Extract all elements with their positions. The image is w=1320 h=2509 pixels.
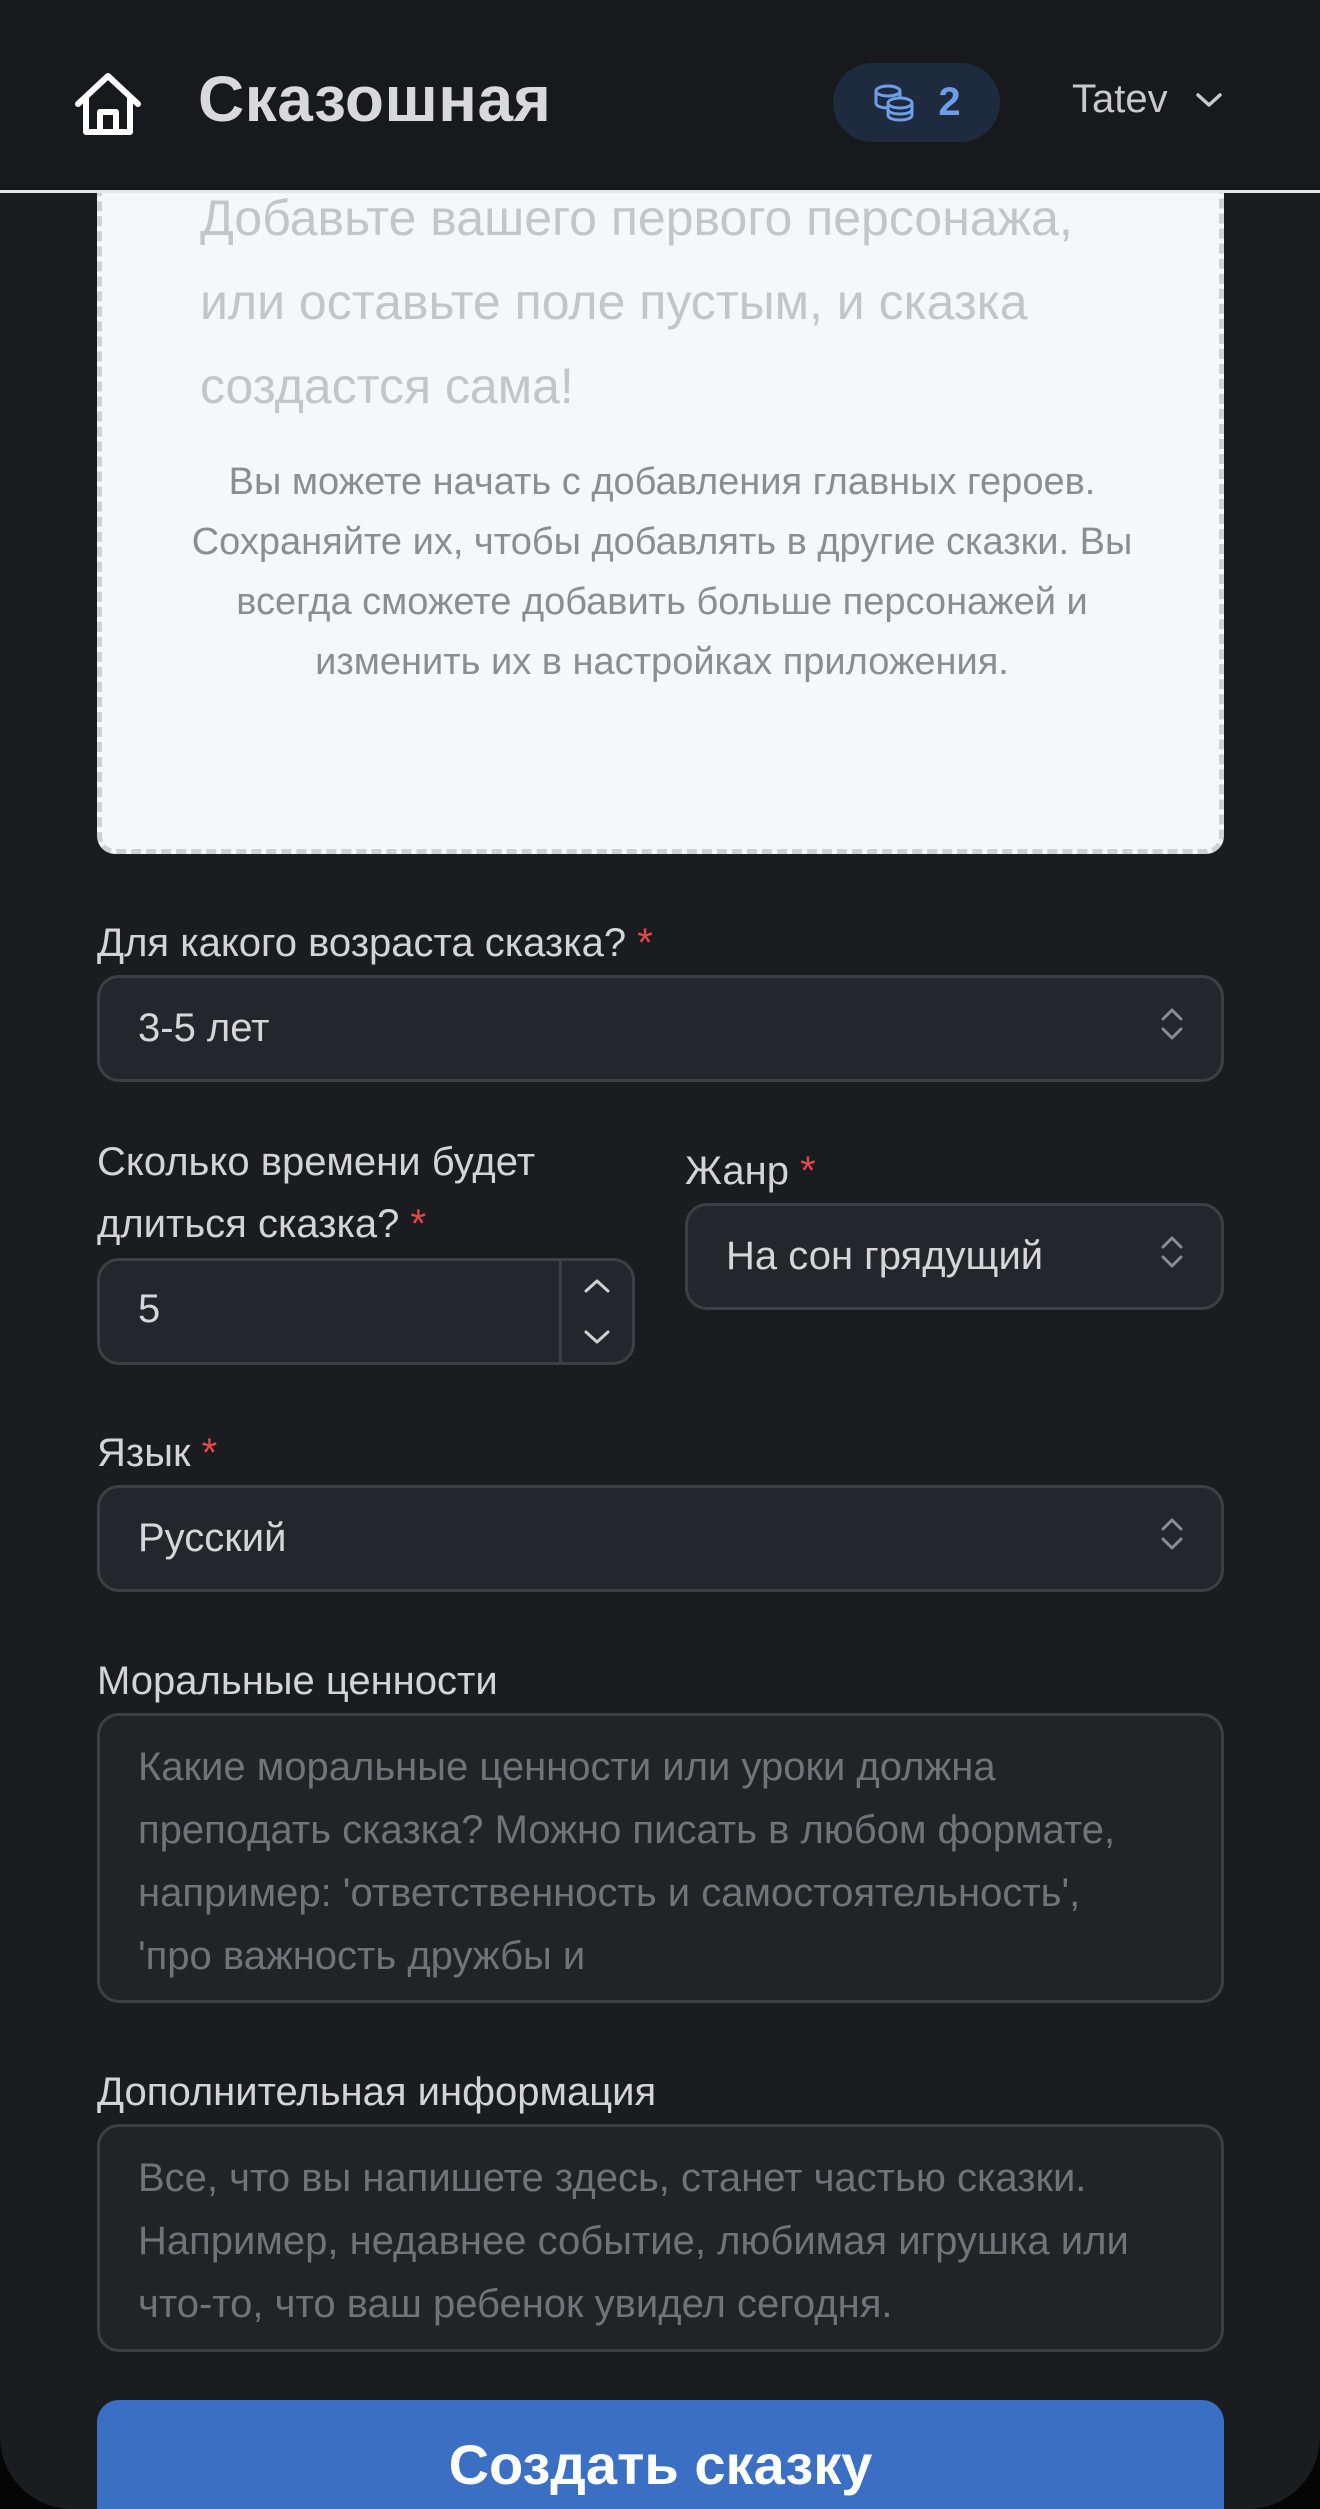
app-header: Сказошная 2 Tatev xyxy=(0,0,1320,193)
credits-count: 2 xyxy=(938,80,961,124)
age-select-value: 3-5 лет xyxy=(138,1006,270,1050)
coins-icon xyxy=(874,84,914,122)
age-label: Для какого возраста сказка? * xyxy=(97,912,653,974)
required-mark: * xyxy=(637,921,653,965)
duration-label: Сколько времени будет длиться сказка? * xyxy=(97,1131,657,1255)
morals-textarea[interactable]: Какие моральные ценности или уроки должн… xyxy=(97,1713,1224,2003)
age-select[interactable]: 3-5 лет xyxy=(97,975,1224,1082)
decrement-button[interactable] xyxy=(562,1312,632,1362)
create-story-button[interactable]: Создать сказку xyxy=(97,2400,1224,2509)
genre-select-value: На сон грядущий xyxy=(726,1234,1044,1278)
required-mark: * xyxy=(410,1202,427,1246)
chevron-down-icon xyxy=(1195,92,1222,107)
chevron-up-down-icon xyxy=(1159,1004,1185,1054)
increment-button[interactable] xyxy=(562,1261,632,1311)
user-name: Tatev xyxy=(1072,77,1168,121)
chevron-up-down-icon xyxy=(1159,1514,1185,1564)
chevron-up-down-icon xyxy=(1159,1232,1185,1282)
duration-input[interactable]: 5 xyxy=(97,1258,635,1365)
home-icon xyxy=(75,73,141,135)
language-label-text: Язык xyxy=(97,1431,191,1475)
morals-label: Моральные ценности xyxy=(97,1659,498,1703)
age-label-text: Для какого возраста сказка? xyxy=(97,921,627,965)
duration-stepper xyxy=(559,1261,632,1362)
duration-value: 5 xyxy=(138,1287,161,1331)
language-select-value: Русский xyxy=(138,1516,287,1560)
required-mark: * xyxy=(800,1149,816,1193)
empty-characters-card: Добавьте вашего первого персонажа, или о… xyxy=(97,150,1224,854)
language-select[interactable]: Русский xyxy=(97,1485,1224,1592)
chevron-down-icon xyxy=(584,1330,610,1344)
app-screen: Добавьте вашего первого персонажа, или о… xyxy=(0,0,1320,2509)
genre-select[interactable]: На сон грядущий xyxy=(685,1203,1224,1310)
genre-label: Жанр * xyxy=(685,1140,816,1202)
extra-info-placeholder: Все, что вы напишете здесь, станет часть… xyxy=(138,2156,1129,2326)
morals-placeholder: Какие моральные ценности или уроки должн… xyxy=(138,1745,1116,1978)
user-menu[interactable]: Tatev xyxy=(1072,77,1224,122)
extra-info-label: Дополнительная информация xyxy=(97,2070,657,2114)
duration-label-text: Сколько времени будет длиться сказка? xyxy=(97,1140,536,1246)
empty-characters-title: Добавьте вашего первого персонажа, или о… xyxy=(200,190,1073,414)
home-button[interactable] xyxy=(72,70,144,140)
extra-info-textarea[interactable]: Все, что вы напишете здесь, станет часть… xyxy=(97,2124,1224,2352)
required-mark: * xyxy=(201,1431,218,1475)
chevron-up-icon xyxy=(584,1279,610,1293)
language-label: Язык * xyxy=(97,1422,217,1484)
credits-badge[interactable]: 2 xyxy=(833,63,1000,142)
empty-characters-description: Вы можете начать с добавления главных ге… xyxy=(191,461,1133,683)
app-title: Сказошная xyxy=(198,63,552,135)
genre-label-text: Жанр xyxy=(685,1149,789,1193)
